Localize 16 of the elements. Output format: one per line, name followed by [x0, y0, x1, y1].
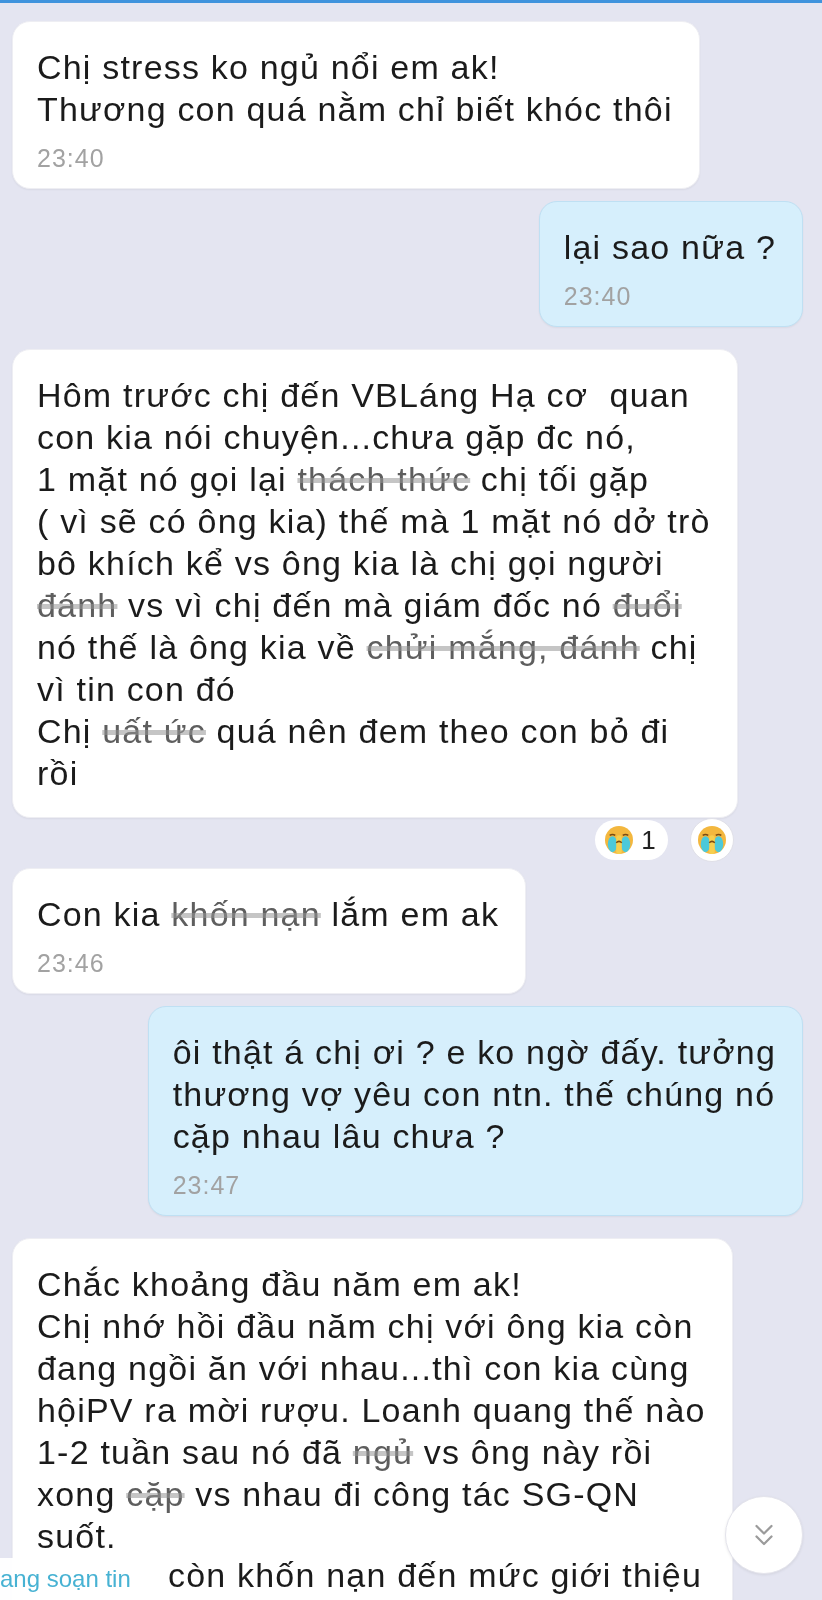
message-text: Hôm trước chị đến VBLáng Hạ cơ quan con kia nói chuyện...chưa gặp đc nó, 1 mặt nó gọi lại thách thức chị tối gặp ( vì sẽ có ông kia) thế mà 1 mặt nó dở trò bô khích kể vs ông kia là chị gọi người đánh vs vì chị đến mà giám đốc nó đuổi nó thế là ông kia về chửi mắng, đánh chị vì tin con đó Chị uất ức quá nên đem theo con bỏ đi rồi — [37, 375, 711, 794]
message-time: 23:46 — [37, 949, 106, 977]
reaction-count: 1 — [641, 824, 656, 856]
reaction-pill[interactable]: 1 — [595, 820, 668, 860]
crying-emoji-icon — [605, 826, 634, 854]
message-time: 23:40 — [563, 282, 633, 310]
message-text: ôi thật á chị ơi ? e ko ngờ đấy. tưởng thương vợ yêu con ntn. thế chúng nó cặp nhau lâu chưa ? — [172, 1032, 776, 1157]
message-text: Chắc khoảng đầu năm em ak! Chị nhớ hồi đầu năm chị với ông kia còn đang ngồi ăn với nhau...thì con kia cùng hộiPV ra mời rượu. Loanh quang thế nào 1-2 tuần sau nó đã ngủ vs ông này rồi xong cặp vs nhau đi công tác SG-QN suốt. — [37, 1264, 706, 1557]
message-text: lại sao nữa ? — [563, 227, 776, 268]
message-text: Con kia khốn nạn lắm em ak — [37, 894, 500, 935]
message-text: còn khốn nạn đến mức giới thiệu — [168, 1557, 703, 1593]
reaction-button[interactable] — [689, 818, 734, 862]
message-text: Chị stress ko ngủ nổi em ak! Thương con quá nằm chỉ biết khóc thôi — [37, 47, 673, 130]
message-time: 23:40 — [37, 144, 106, 172]
crying-emoji-icon — [697, 826, 726, 854]
message-time: 23:47 — [172, 1171, 242, 1199]
